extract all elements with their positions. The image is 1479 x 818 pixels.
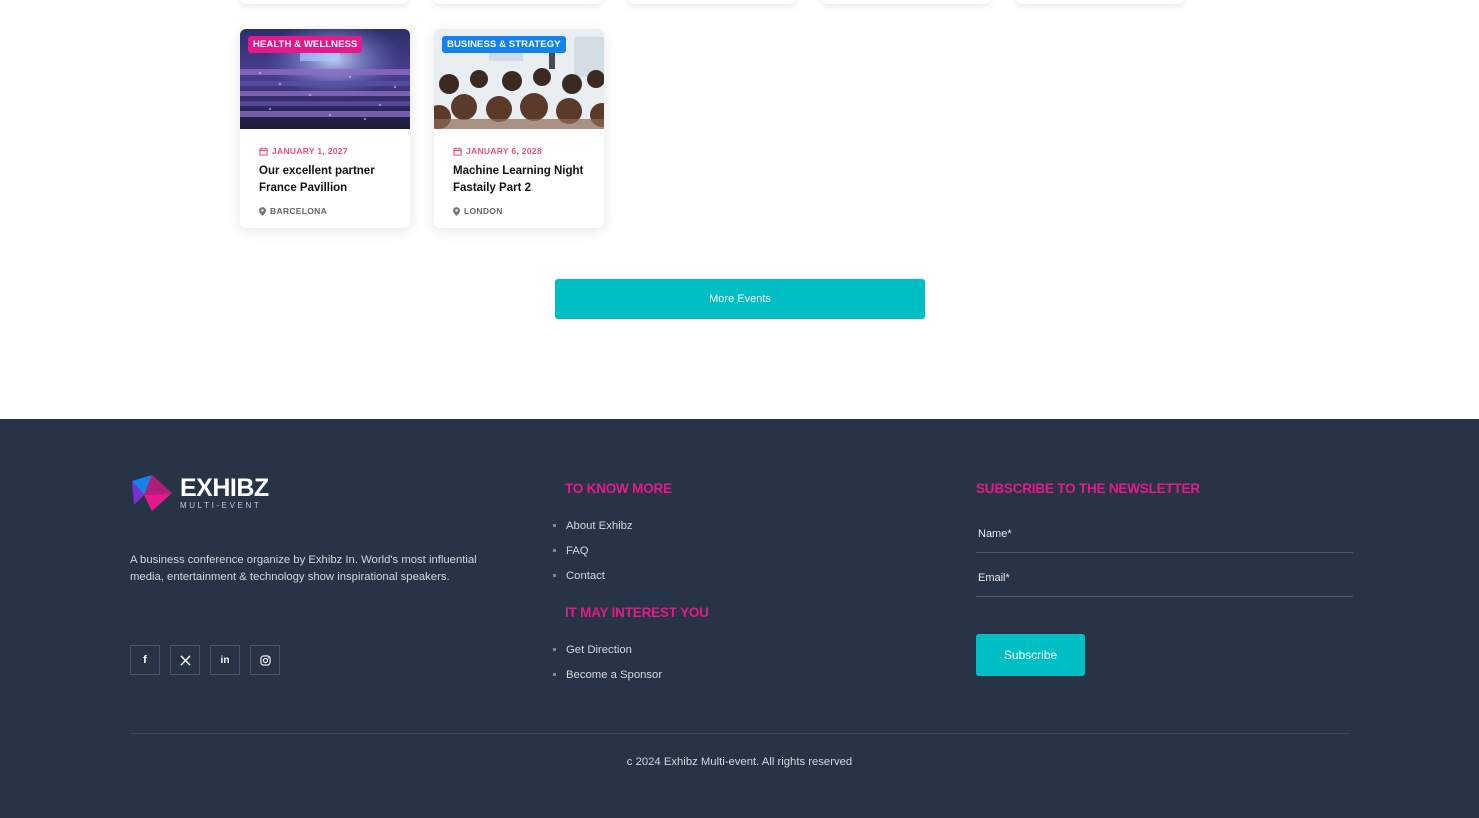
event-card-partial[interactable] [240,0,408,4]
brand-logo[interactable]: EXHIBZ MULTI-EVENT [130,473,269,513]
calendar-icon [453,146,462,156]
bullet [553,549,556,552]
linkedin-icon[interactable]: in [210,645,240,675]
newsletter-heading: SUBSCRIBE TO THE NEWSLETTER [976,481,1200,496]
know-more-heading: TO KNOW MORE [565,481,672,496]
name-field[interactable] [976,515,1353,552]
email-field[interactable] [976,559,1353,596]
link-label[interactable]: FAQ [566,545,589,557]
name-field-wrapper [976,515,1353,553]
footer-link-sponsor[interactable]: Become a Sponsor [553,662,662,687]
footer-divider [130,733,1350,734]
link-label[interactable]: Become a Sponsor [566,669,662,681]
bullet [553,524,556,527]
link-label[interactable]: Contact [566,570,605,582]
event-card-partial[interactable] [434,0,602,4]
event-location-text: BARCELONA [270,206,328,216]
footer-link-about[interactable]: About Exhibz [553,513,633,538]
calendar-icon [259,146,268,156]
copyright-text: c 2024 Exhibz Multi-event. All rights re… [626,756,853,768]
site-footer: EXHIBZ MULTI-EVENT A business conference… [0,419,1479,818]
category-tag[interactable]: HEALTH & WELLNESS [248,36,363,53]
bullet [553,574,556,577]
event-title[interactable]: Machine Learning Night Fastaily Part 2 [453,163,585,197]
event-card-partial[interactable] [822,0,990,4]
more-events-button[interactable]: More Events [555,279,925,319]
footer-link-contact[interactable]: Contact [553,563,633,588]
bullet [553,673,556,676]
email-field-wrapper [976,559,1353,597]
footer-link-get-direction[interactable]: Get Direction [553,637,662,662]
logo-wordmark: EXHIBZ [180,474,269,502]
know-more-links: About Exhibz FAQ Contact [553,513,633,588]
bullet [553,648,556,651]
interest-links: Get Direction Become a Sponsor [553,637,662,687]
event-date: JANUARY 6, 2028 [453,146,585,156]
event-card[interactable]: HEALTH & WELLNESS JANUARY 1, 2027 Our ex… [240,29,410,228]
footer-about-text: A business conference organize by Exhibz… [130,554,477,583]
instagram-icon[interactable] [250,645,280,675]
event-card[interactable]: BUSINESS & STRATEGY JANUARY 6, 2028 Mach… [434,29,604,228]
event-title[interactable]: Our excellent partner France Pavillion [259,163,391,197]
category-tag[interactable]: BUSINESS & STRATEGY [442,36,566,53]
event-location: BARCELONA [259,206,391,216]
exhibz-logo-icon [132,475,172,511]
event-image-audience[interactable]: BUSINESS & STRATEGY [434,29,604,129]
link-label[interactable]: About Exhibz [566,520,633,532]
x-twitter-icon[interactable] [170,645,200,675]
map-pin-icon [259,206,266,216]
event-date-text: JANUARY 1, 2027 [272,146,348,156]
event-location-text: LONDON [464,206,503,216]
event-card-partial[interactable] [1016,0,1184,4]
interest-heading: IT MAY INTEREST YOU [565,605,709,620]
social-links: f in [130,645,280,675]
event-location: LONDON [453,206,585,216]
logo-tagline: MULTI-EVENT [180,501,262,510]
subscribe-button[interactable]: Subscribe [976,634,1085,676]
event-date-text: JANUARY 6, 2028 [466,146,542,156]
facebook-icon[interactable]: f [130,645,160,675]
event-image-conference-hall[interactable]: HEALTH & WELLNESS [240,29,410,129]
footer-link-faq[interactable]: FAQ [553,538,633,563]
event-date: JANUARY 1, 2027 [259,146,391,156]
map-pin-icon [453,206,460,216]
event-card-partial[interactable] [628,0,796,4]
link-label[interactable]: Get Direction [566,644,632,656]
